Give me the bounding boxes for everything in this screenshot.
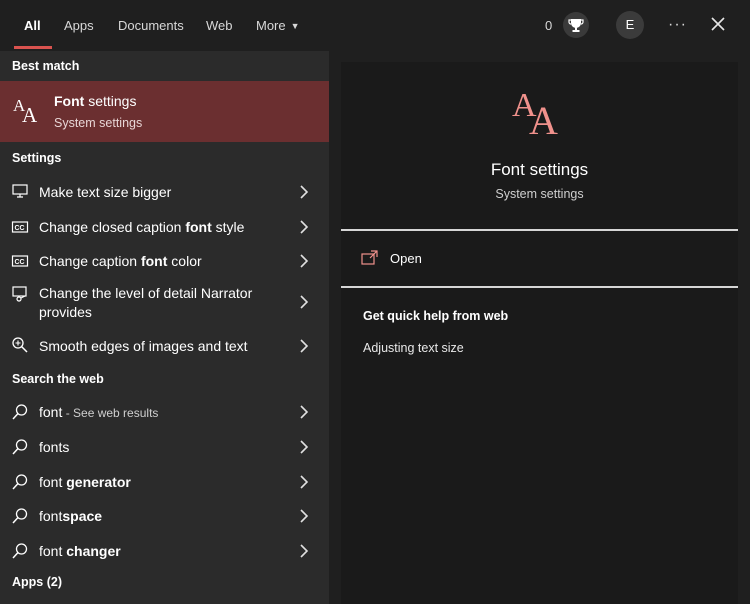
chevron-right-icon (298, 295, 310, 309)
divider (341, 286, 738, 288)
web-result-font-changer[interactable]: font changer (0, 537, 329, 567)
rewards-points: 0 (545, 18, 553, 33)
user-avatar[interactable]: E (616, 11, 644, 39)
settings-item-label: Make text size bigger (39, 184, 172, 200)
section-best-match: Best match (12, 59, 80, 73)
more-options-icon[interactable]: ··· (668, 0, 687, 49)
monitor-icon (11, 182, 29, 200)
preview-title: Font settings (490, 160, 589, 179)
preview-panel: A A Font settings System settings Open G… (341, 62, 738, 604)
closed-caption-icon: CC (11, 252, 29, 270)
divider (341, 229, 738, 231)
settings-item-closed-caption-font-style[interactable]: CC Change closed caption font style (0, 213, 329, 243)
web-result-fontspace[interactable]: fontspace (0, 502, 329, 532)
web-result-fonts[interactable]: fonts (0, 433, 329, 463)
web-result-font[interactable]: font - See web results (0, 398, 329, 428)
web-result-label: fontspace (39, 508, 103, 524)
settings-item-label: Smooth edges of images and text (39, 338, 248, 354)
tab-more[interactable]: More ▼ (256, 0, 300, 51)
tab-all[interactable]: All (24, 0, 41, 51)
open-label: Open (390, 251, 422, 266)
search-icon (11, 473, 29, 491)
section-settings: Settings (12, 151, 62, 165)
settings-item-caption-font-color[interactable]: CC Change caption font color (0, 247, 329, 277)
closed-caption-icon: CC (11, 218, 29, 236)
chevron-right-icon (298, 339, 310, 353)
section-search-the-web: Search the web (12, 372, 104, 386)
settings-item-smooth-edges[interactable]: Smooth edges of images and text (0, 332, 329, 362)
web-result-label: font - See web results (39, 404, 159, 420)
tab-documents[interactable]: Documents (118, 0, 184, 51)
web-result-label: fonts (39, 439, 70, 455)
search-icon (11, 507, 29, 525)
chevron-right-icon (298, 544, 310, 558)
chevron-right-icon (298, 440, 310, 454)
quick-help-heading: Get quick help from web (363, 309, 509, 323)
close-icon[interactable] (708, 14, 728, 34)
svg-text:CC: CC (15, 225, 25, 232)
open-action[interactable]: Open (361, 247, 561, 271)
tab-more-label: More (256, 18, 286, 33)
search-icon (11, 403, 29, 421)
svg-text:CC: CC (15, 259, 25, 266)
best-match-subtitle: System settings (54, 116, 143, 130)
font-settings-icon: A A (12, 94, 42, 129)
web-result-label: font changer (39, 543, 121, 559)
svg-text:A: A (529, 98, 558, 138)
tab-web[interactable]: Web (206, 0, 233, 51)
settings-item-label: Change caption font color (39, 253, 202, 269)
section-apps: Apps (2) (12, 575, 62, 589)
help-link-adjusting-text-size[interactable]: Adjusting text size (363, 341, 464, 355)
best-match-item[interactable]: A A Font settings System settings (0, 81, 329, 142)
chevron-right-icon (298, 509, 310, 523)
results-panel: Best match A A Font settings System sett… (0, 51, 329, 604)
tab-apps[interactable]: Apps (64, 0, 94, 51)
chevron-right-icon (298, 220, 310, 234)
web-result-label: font generator (39, 474, 131, 490)
best-match-title: Font settings (54, 93, 137, 109)
chevron-right-icon (298, 475, 310, 489)
svg-text:A: A (22, 103, 38, 124)
top-bar: All Apps Documents Web More ▼ 0 E ··· (0, 0, 750, 51)
search-icon (11, 542, 29, 560)
active-tab-indicator (14, 46, 52, 49)
settings-item-label: Change the level of detail Narrator prov… (39, 285, 253, 320)
web-result-font-generator[interactable]: font generator (0, 468, 329, 498)
magnifier-plus-icon (11, 336, 29, 354)
settings-item-narrator-detail[interactable]: Change the level of detail Narrator prov… (0, 281, 329, 325)
settings-item-make-text-size-bigger[interactable]: Make text size bigger (0, 178, 329, 208)
rewards-trophy-icon[interactable] (563, 12, 589, 38)
font-settings-large-icon: A A (512, 86, 568, 143)
chevron-right-icon (298, 405, 310, 419)
chevron-down-icon: ▼ (290, 21, 300, 31)
search-icon (11, 438, 29, 456)
chevron-right-icon (298, 254, 310, 268)
open-external-icon (361, 250, 379, 271)
preview-subtitle: System settings (495, 187, 584, 201)
narrator-icon (11, 285, 29, 303)
chevron-right-icon (298, 185, 310, 199)
settings-item-label: Change closed caption font style (39, 219, 245, 235)
